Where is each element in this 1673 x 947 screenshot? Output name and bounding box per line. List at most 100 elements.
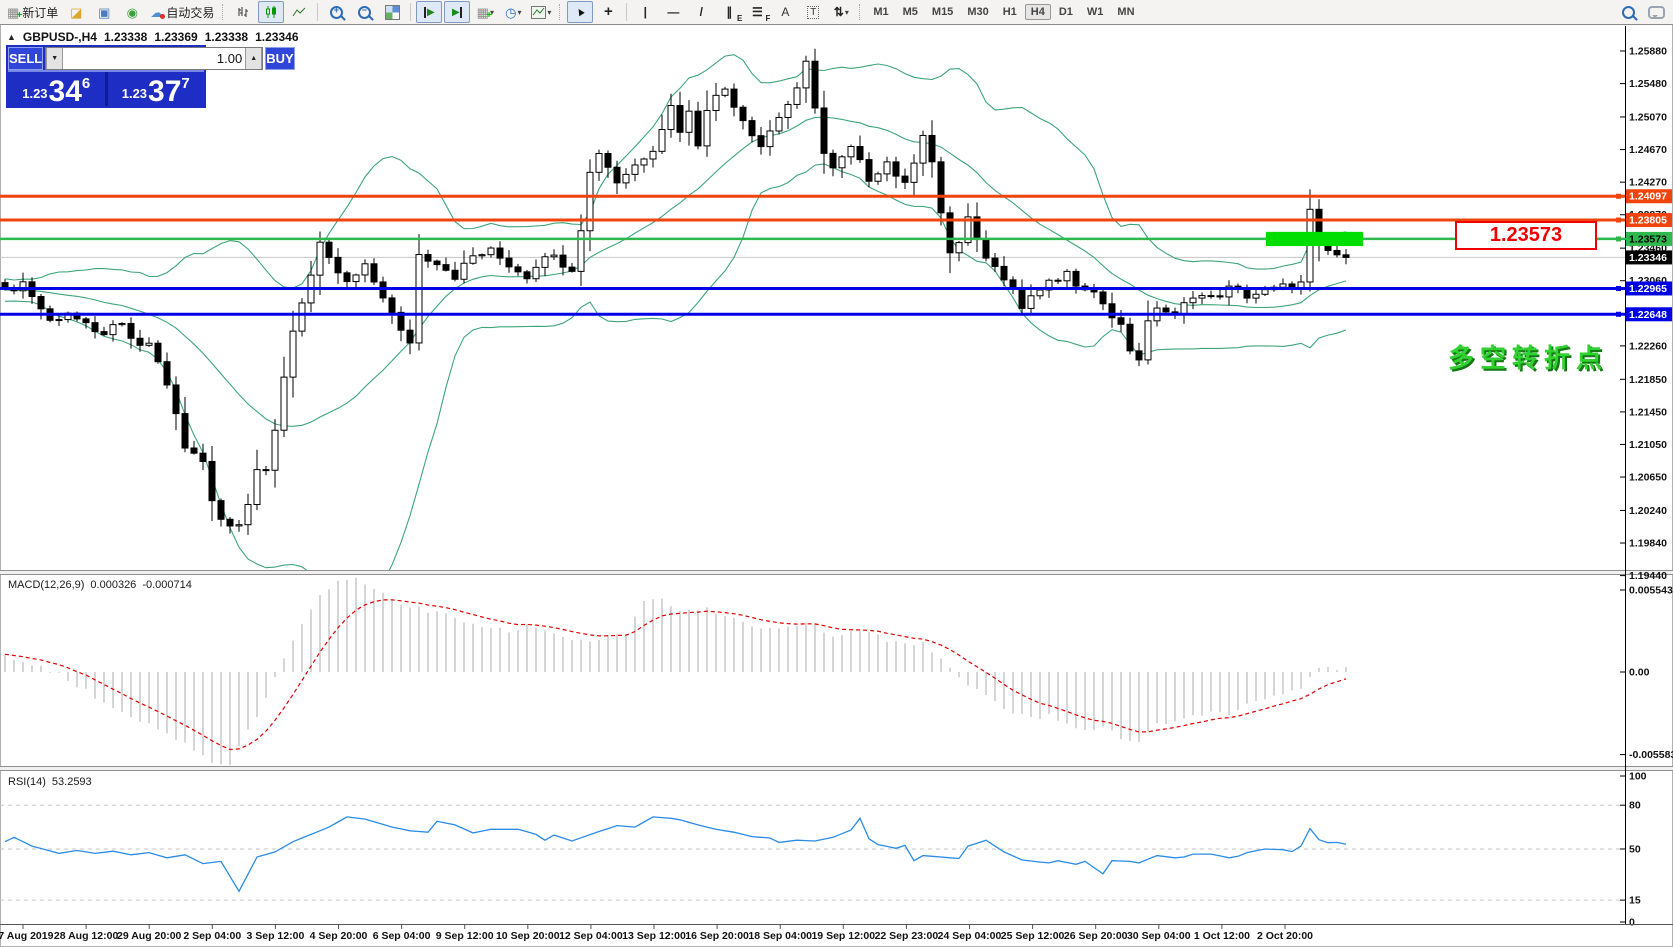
zoom-out-button[interactable]: − xyxy=(351,1,377,23)
hline-anchor[interactable] xyxy=(1616,217,1621,223)
timeframe-h4-button[interactable]: H4 xyxy=(1024,4,1051,20)
candle xyxy=(451,261,459,282)
candle xyxy=(415,234,423,351)
time-tick: 1 Oct 12:00 xyxy=(1194,930,1250,942)
fibonacci-icon: ☰ xyxy=(751,5,763,19)
price-tick: 1.19440 xyxy=(1629,570,1667,582)
one-click-collapse-arrow[interactable]: ▲ xyxy=(7,32,16,42)
cursor-tool-button[interactable]: ▲ xyxy=(567,1,594,23)
timeframe-m1-button[interactable]: M1 xyxy=(867,4,894,20)
candle xyxy=(244,493,252,535)
candle xyxy=(172,376,180,431)
chart-canvas[interactable]: 1.25880 1.25480 1.25070 1.24670 1.24270 1.238… xyxy=(0,0,1673,947)
toolbar-drag-handle[interactable] xyxy=(859,4,862,20)
new-order-button[interactable]: ▦ + 新订单 xyxy=(4,1,61,23)
new-order-icon: ▦ + xyxy=(7,4,23,21)
chart-shift-button[interactable]: ▶ xyxy=(444,1,471,23)
trendline-tool-button[interactable]: / xyxy=(688,1,714,23)
candle xyxy=(685,100,693,146)
buy-price[interactable]: 1.23 37 7 xyxy=(108,72,205,107)
candle xyxy=(514,263,522,276)
rsi-line xyxy=(4,816,1347,893)
price-tag-1.22965: 1.22965 xyxy=(1626,281,1672,296)
time-tick: 27 Aug 2019 xyxy=(0,930,54,942)
zoom-in-button[interactable]: + xyxy=(323,1,349,23)
candle xyxy=(730,83,738,117)
vertical-line-tool-button[interactable]: | xyxy=(632,1,658,23)
candle xyxy=(361,259,369,283)
price-tag-1.23573: 1.23573 xyxy=(1626,231,1672,246)
volume-increase-button[interactable]: ▲ xyxy=(245,48,263,69)
volume-decrease-button[interactable]: ▼ xyxy=(46,48,64,69)
auto-scroll-button[interactable]: ▶ xyxy=(416,1,443,23)
hline-anchor[interactable] xyxy=(1616,193,1621,199)
sell-button[interactable]: SELL xyxy=(8,47,44,70)
sell-price[interactable]: 1.23 34 6 xyxy=(8,72,105,107)
line-chart-button[interactable] xyxy=(286,1,312,23)
auto-scroll-icon: ▶ xyxy=(426,6,435,18)
text-tool-button[interactable]: A xyxy=(772,1,798,23)
toolbar-drag-handle[interactable] xyxy=(222,4,225,20)
arrows-tool-button[interactable]: ⇅ ▾ xyxy=(828,1,854,23)
timeframe-d1-button[interactable]: D1 xyxy=(1053,4,1079,20)
rsi-panel-header: RSI(14) 53.2593 xyxy=(8,776,92,788)
candle xyxy=(334,248,342,284)
timeframe-m5-button[interactable]: M5 xyxy=(897,4,924,20)
arrows-icon: ⇅ xyxy=(833,5,844,19)
price-tick: 1.20650 xyxy=(1629,472,1667,484)
hline-anchor[interactable] xyxy=(1616,285,1621,291)
candle xyxy=(424,249,432,268)
bar-chart-icon xyxy=(238,7,249,17)
timeframe-h1-button[interactable]: H1 xyxy=(997,4,1023,20)
channel-tool-button[interactable]: ∥ E xyxy=(716,1,742,23)
timeframe-mn-button[interactable]: MN xyxy=(1111,4,1140,20)
candle xyxy=(883,156,891,182)
timeframe-w1-button[interactable]: W1 xyxy=(1081,4,1110,20)
rsi-layer xyxy=(0,804,1625,901)
bar-chart-button[interactable] xyxy=(230,1,256,23)
candle xyxy=(118,322,126,327)
candle xyxy=(91,316,99,339)
periods-button[interactable]: ◷ ▾ xyxy=(500,1,526,23)
search-button[interactable] xyxy=(1615,1,1641,23)
candle xyxy=(703,90,711,157)
new-chart-button[interactable]: ▦ + ▾ xyxy=(472,1,498,23)
timeframe-m15-button[interactable]: M15 xyxy=(926,4,959,20)
price-annotation-box[interactable]: 1.23573 xyxy=(1455,221,1597,250)
toolbar-drag-handle[interactable] xyxy=(559,4,562,20)
templates-button[interactable]: ▾ xyxy=(528,1,554,23)
time-tick: 9 Sep 12:00 xyxy=(436,930,494,942)
candle xyxy=(577,214,585,286)
crosshair-tool-button[interactable]: + xyxy=(595,1,621,23)
candle xyxy=(847,144,855,165)
turning-point-text[interactable]: 多空转折点 xyxy=(1448,338,1608,375)
fibonacci-tool-button[interactable]: ☰ F xyxy=(744,1,770,23)
price-tick: 1.24270 xyxy=(1629,177,1667,189)
rsi-label: RSI(14) xyxy=(8,776,46,788)
chat-button[interactable] xyxy=(1643,1,1669,23)
signals-button[interactable]: ◉ xyxy=(119,1,145,23)
data-window-button[interactable]: ▣ xyxy=(91,1,117,23)
buy-button[interactable]: BUY xyxy=(265,47,295,70)
volume-input[interactable] xyxy=(63,48,246,69)
auto-trading-button[interactable]: ☁ 自动交易 xyxy=(147,1,217,23)
timeframe-m30-button[interactable]: M30 xyxy=(961,4,994,20)
tile-windows-button[interactable] xyxy=(379,1,405,23)
market-watch-button[interactable]: ◪ xyxy=(63,1,89,23)
horizontal-line-tool-button[interactable]: — xyxy=(660,1,686,23)
rsi-tick: 80 xyxy=(1629,800,1641,812)
price-tick: 1.22260 xyxy=(1629,340,1667,352)
time-tick: 6 Sep 04:00 xyxy=(373,930,431,942)
candle xyxy=(262,465,270,476)
time-tick: 24 Sep 04:00 xyxy=(938,930,1002,942)
candle xyxy=(811,48,819,114)
candlestick-chart-button[interactable] xyxy=(258,1,285,23)
current-price-tag: 1.23346 xyxy=(1626,250,1672,265)
rsi-tick: 0 xyxy=(1629,917,1635,929)
price-tick: 1.25480 xyxy=(1629,78,1667,90)
hline-anchor[interactable] xyxy=(1616,311,1621,317)
candle xyxy=(631,158,639,182)
toolbar-separator xyxy=(626,3,628,21)
highlight-rect[interactable] xyxy=(1266,231,1363,247)
text-label-tool-button[interactable]: T xyxy=(800,1,826,23)
